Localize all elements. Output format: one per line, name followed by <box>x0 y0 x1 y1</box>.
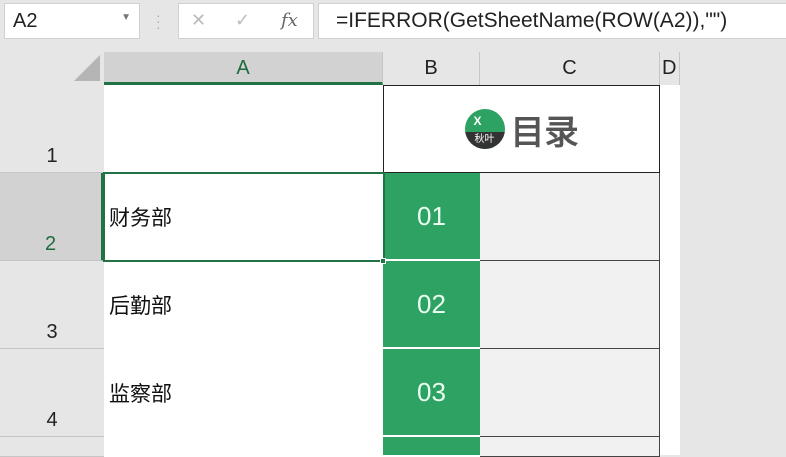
column-header-a[interactable]: A <box>104 52 383 85</box>
chevron-down-icon[interactable]: ▼ <box>121 12 131 23</box>
row-header-2[interactable]: 2 <box>0 173 104 261</box>
excel-logo-icon: X 秋叶 <box>464 109 505 149</box>
enter-icon[interactable]: ✓ <box>235 10 250 31</box>
fill-handle[interactable] <box>380 258 386 264</box>
fx-icon[interactable]: fx <box>281 10 298 31</box>
name-box-value: A2 <box>13 10 38 32</box>
formula-input[interactable]: =IFERROR(GetSheetName(ROW(A2)),"") <box>318 3 786 39</box>
title-cell[interactable]: X 秋叶 目录 <box>383 85 660 173</box>
column-d-cells[interactable] <box>660 85 680 455</box>
drag-handle-icon[interactable]: · · · <box>156 8 161 34</box>
column-header-b[interactable]: B <box>383 52 480 85</box>
cell-a5[interactable] <box>104 437 383 457</box>
cell-a4[interactable]: 监察部 <box>104 349 383 437</box>
cell-b2[interactable]: 01 <box>383 173 480 261</box>
cell-b3[interactable]: 02 <box>383 261 480 349</box>
formula-buttons: ✕ ✓ fx <box>178 3 314 39</box>
title-text: 目录 <box>510 113 579 152</box>
column-header-c[interactable]: C <box>480 52 660 85</box>
row-header-5[interactable] <box>0 437 104 457</box>
logo-text: 秋叶 <box>464 132 505 149</box>
formula-toolbar: A2 ▼ · · · ✕ ✓ fx =IFERROR(GetSheetName(ROW… <box>0 0 786 52</box>
cell-c3[interactable] <box>480 261 660 349</box>
row-number: 3 <box>46 321 58 343</box>
selection-border <box>103 172 385 262</box>
cell-c4[interactable] <box>480 349 660 437</box>
row-number: 2 <box>44 233 57 255</box>
row-number: 4 <box>46 409 58 431</box>
cell-a3[interactable]: 后勤部 <box>104 261 383 349</box>
name-box[interactable]: A2 ▼ <box>4 3 140 39</box>
row-header-1[interactable]: 1 <box>0 85 104 173</box>
row-header-3[interactable]: 3 <box>0 261 104 349</box>
select-all-button[interactable] <box>0 52 104 85</box>
column-header-d[interactable]: D <box>660 52 680 85</box>
cell-c2[interactable] <box>480 173 660 261</box>
cell-a1[interactable] <box>104 85 383 173</box>
row-number: 1 <box>46 145 58 167</box>
cell-c5[interactable] <box>480 437 660 457</box>
cell-b5[interactable] <box>383 437 480 457</box>
cancel-icon[interactable]: ✕ <box>191 10 206 31</box>
logo-letter: X <box>473 114 482 128</box>
row-header-4[interactable]: 4 <box>0 349 104 437</box>
cell-b4[interactable]: 03 <box>383 349 480 437</box>
